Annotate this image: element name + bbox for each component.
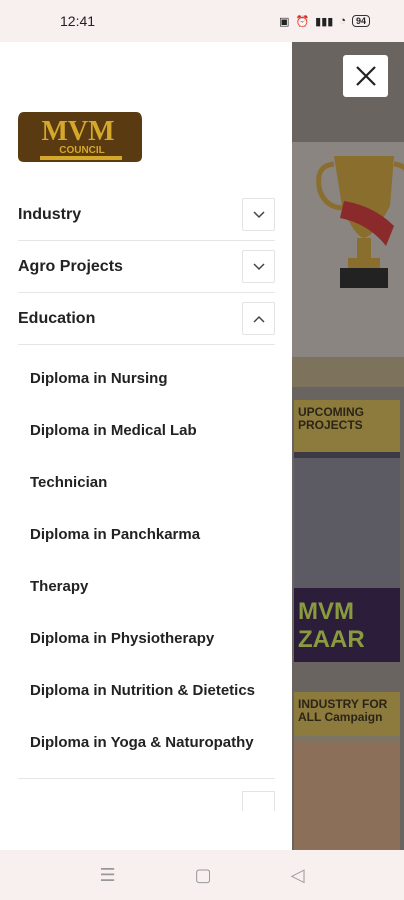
submenu-item-nursing[interactable]: Diploma in Nursing	[30, 367, 280, 391]
menu-label: Industry	[18, 205, 82, 223]
home-square-icon[interactable]: ▢	[195, 865, 212, 886]
system-nav-bar: ☰ ▢ ◁	[0, 850, 404, 900]
nfc-icon: ▣	[279, 15, 290, 28]
logo-title: MVM	[41, 116, 114, 147]
submenu-item-therapy[interactable]: Therapy	[30, 575, 280, 599]
close-button[interactable]	[343, 55, 388, 97]
submenu-item-medical-lab[interactable]: Diploma in Medical Lab	[30, 419, 280, 443]
expand-button[interactable]	[242, 250, 275, 283]
menu-item-partial[interactable]	[18, 778, 275, 811]
chevron-down-icon	[252, 210, 265, 218]
status-icons: ▣ ⏰ ▮▮▮ ◔ 94	[279, 15, 370, 28]
menu-icon[interactable]: ☰	[100, 865, 116, 886]
menu-label: Agro Projects	[18, 257, 123, 275]
collapse-button[interactable]	[242, 302, 275, 335]
promo-title: INDUSTRY FOR ALL Campaign	[294, 692, 400, 736]
status-time: 12:41	[60, 13, 96, 29]
alarm-icon: ⏰	[295, 15, 310, 28]
menu-item-agro-projects[interactable]: Agro Projects	[18, 241, 275, 293]
wifi-icon: ◔	[339, 15, 346, 27]
logo-subtitle: COUNCIL	[59, 145, 105, 156]
chevron-up-icon	[252, 315, 265, 323]
submenu-item-technician[interactable]: Technician	[30, 471, 280, 495]
promo-card-upcoming[interactable]: UPCOMING PROJECTS MVM ZAAR	[294, 400, 400, 662]
submenu-item-nutrition[interactable]: Diploma in Nutrition & Dietetics	[30, 679, 280, 703]
promo-photo	[294, 742, 400, 850]
menu-item-education[interactable]: Education	[18, 293, 275, 345]
expand-button[interactable]	[242, 198, 275, 231]
status-bar: 12:41 ▣ ⏰ ▮▮▮ ◔ 94	[0, 0, 404, 42]
gold-band	[292, 357, 404, 387]
submenu-item-yoga[interactable]: Diploma in Yoga & Naturopathy	[30, 731, 280, 755]
promo-photo	[294, 458, 400, 588]
promo-card-industry[interactable]: INDUSTRY FOR ALL Campaign	[294, 692, 400, 850]
signal-icon: ▮▮▮	[315, 15, 334, 28]
menu-label: Education	[18, 309, 96, 327]
trophy-image	[316, 156, 404, 288]
mvm-council-logo: MVM COUNCIL	[18, 112, 142, 162]
close-icon	[355, 66, 376, 86]
battery-icon: 94	[351, 15, 370, 27]
promo-title: UPCOMING PROJECTS	[294, 400, 400, 452]
submenu-item-physiotherapy[interactable]: Diploma in Physiotherapy	[30, 627, 280, 651]
navigation-drawer: MVM COUNCIL Industry Agro Projects Educa…	[0, 42, 292, 850]
back-triangle-icon[interactable]: ◁	[291, 865, 305, 886]
menu-item-industry[interactable]: Industry	[18, 189, 275, 241]
promo-brand: MVM ZAAR	[294, 588, 400, 662]
chevron-down-icon	[252, 262, 265, 270]
background-page[interactable]: UPCOMING PROJECTS MVM ZAAR INDUSTRY FOR …	[292, 42, 404, 850]
expand-button[interactable]	[242, 791, 275, 811]
submenu-item-panchkarma[interactable]: Diploma in Panchkarma	[30, 523, 280, 547]
